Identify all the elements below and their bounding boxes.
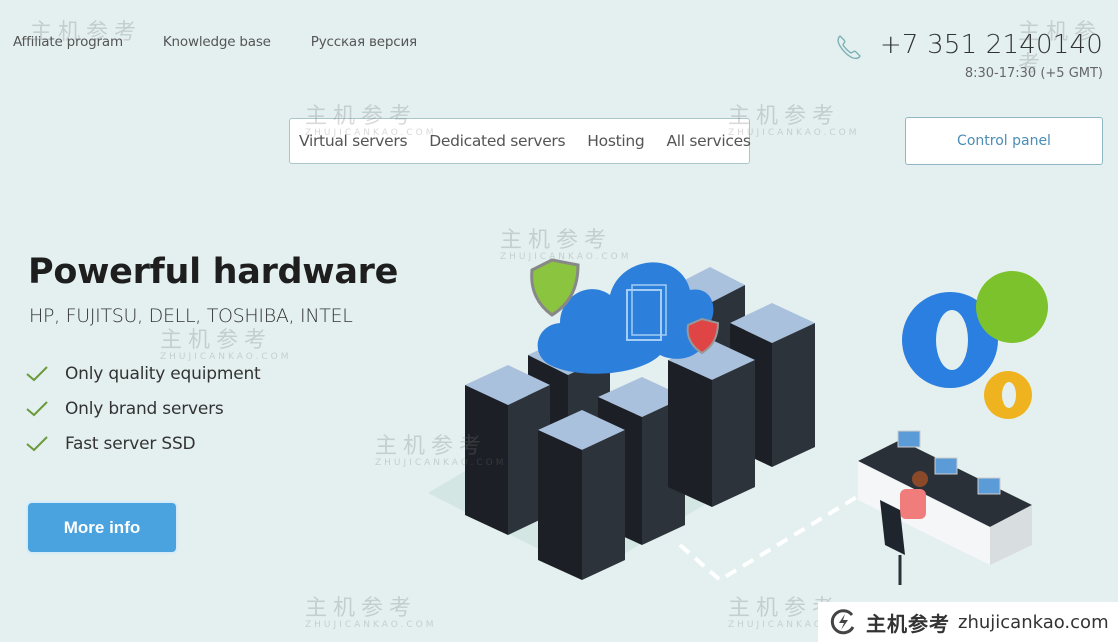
- badge-cn-text: 主机参考: [866, 611, 950, 636]
- feature-list: Only quality equipment Only brand server…: [26, 356, 261, 461]
- phone-icon: [837, 35, 861, 60]
- yellow-gear-icon: [984, 371, 1032, 419]
- control-panel-button[interactable]: Control panel: [905, 117, 1103, 165]
- check-icon: [26, 435, 48, 451]
- laptop-icon: [934, 457, 958, 475]
- contact-block: +7 351 2140140 8:30-17:30 (+5 GMT): [834, 28, 1103, 81]
- working-hours: 8:30-17:30 (+5 GMT): [964, 66, 1103, 81]
- server-illustration: [428, 258, 1048, 585]
- check-icon: [26, 365, 48, 381]
- russian-version-link[interactable]: Русская версия: [311, 34, 417, 50]
- nav-all-services[interactable]: All services: [666, 132, 750, 150]
- server-rack: [538, 410, 625, 580]
- hero-subtitle: HP, FUJITSU, DELL, TOSHIBA, INTEL: [29, 305, 353, 327]
- server-rack: [668, 340, 755, 507]
- feature-item: Fast server SSD: [26, 426, 261, 461]
- feature-text: Fast server SSD: [65, 433, 196, 454]
- feature-item: Only quality equipment: [26, 356, 261, 391]
- hero-title: Powerful hardware: [28, 252, 399, 292]
- watermark-badge: 主机参考 zhujicankao.com: [818, 602, 1118, 642]
- phone-number[interactable]: +7 351 2140140: [880, 30, 1103, 60]
- feature-item: Only brand servers: [26, 391, 261, 426]
- nav-virtual-servers[interactable]: Virtual servers: [299, 132, 408, 150]
- lightning-logo-icon: [830, 609, 855, 635]
- knowledge-base-link[interactable]: Knowledge base: [163, 34, 271, 50]
- top-links: Affiliate program Knowledge base Русская…: [13, 34, 457, 50]
- feature-text: Only quality equipment: [65, 363, 261, 384]
- badge-url: zhujicankao.com: [958, 611, 1109, 633]
- nav-hosting[interactable]: Hosting: [587, 132, 644, 150]
- laptop-icon: [977, 477, 1001, 495]
- green-gear-icon: [976, 271, 1048, 343]
- server-rack: [465, 365, 550, 535]
- more-info-button[interactable]: More info: [28, 503, 176, 552]
- nav-dedicated-servers[interactable]: Dedicated servers: [429, 132, 565, 150]
- affiliate-program-link[interactable]: Affiliate program: [13, 34, 123, 50]
- main-nav: Virtual servers Dedicated servers Hostin…: [289, 118, 751, 164]
- feature-text: Only brand servers: [65, 398, 224, 419]
- network-line: [678, 493, 862, 583]
- watermark: 主机参考 ZHUJICANKAO.COM: [305, 596, 437, 630]
- laptop-icon: [897, 430, 921, 448]
- check-icon: [26, 400, 48, 416]
